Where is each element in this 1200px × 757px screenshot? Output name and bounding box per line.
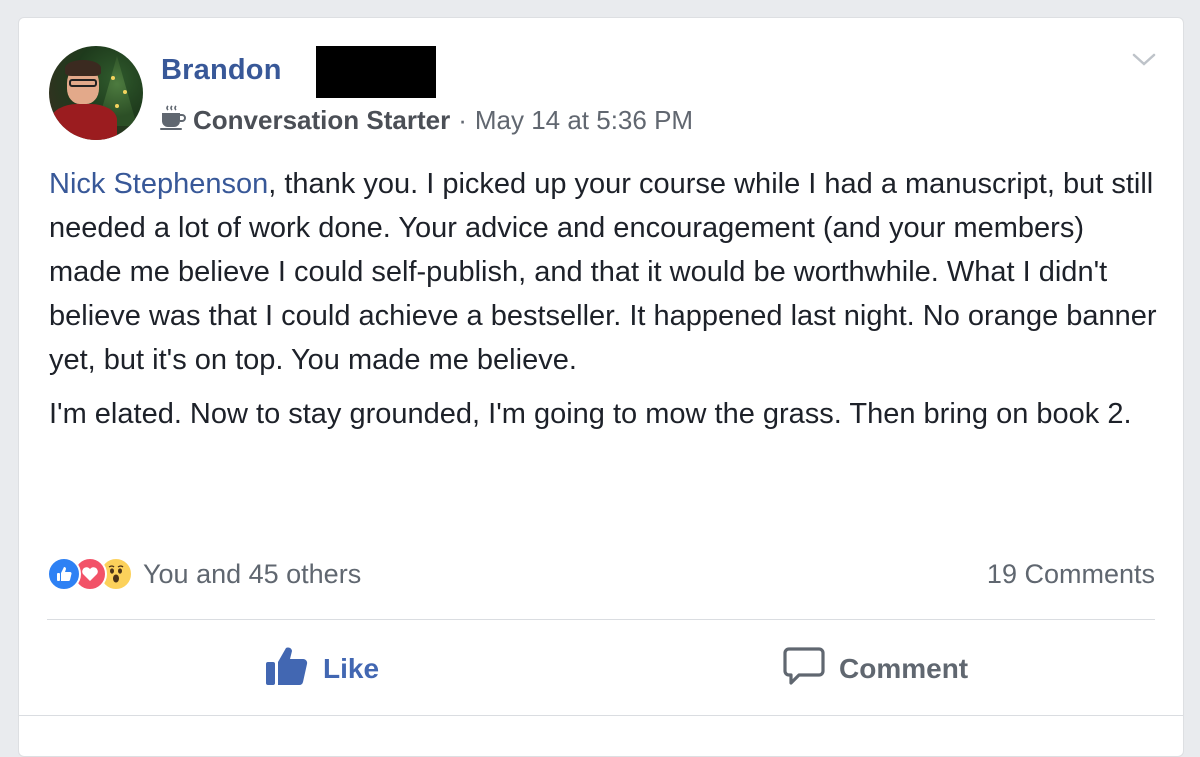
like-reaction-icon xyxy=(47,557,81,591)
reactions-count[interactable]: You and 45 others xyxy=(143,559,361,590)
post-body: Nick Stephenson, thank you. I picked up … xyxy=(49,162,1159,446)
reactions-summary[interactable]: You and 45 others xyxy=(47,556,361,592)
divider xyxy=(47,619,1155,620)
like-button[interactable]: Like xyxy=(265,646,379,692)
post-meta: Conversation Starter · May 14 at 5:36 PM xyxy=(159,102,693,138)
avatar-hair xyxy=(65,60,101,76)
post-timestamp[interactable]: May 14 at 5:36 PM xyxy=(475,105,693,136)
avatar-glasses xyxy=(69,79,97,87)
badge-label[interactable]: Conversation Starter xyxy=(193,105,450,136)
avatar-shirt xyxy=(51,104,117,140)
divider xyxy=(19,715,1183,716)
post-paragraph-1: Nick Stephenson, thank you. I picked up … xyxy=(49,162,1159,382)
comment-button[interactable]: Comment xyxy=(783,646,968,692)
thumbs-up-icon xyxy=(265,645,323,694)
comment-label: Comment xyxy=(839,653,969,684)
coffee-cup-icon xyxy=(159,103,187,138)
author-avatar[interactable] xyxy=(49,46,143,140)
redaction-bar xyxy=(316,46,436,98)
comment-bubble-icon xyxy=(783,645,839,694)
mention-link[interactable]: Nick Stephenson xyxy=(49,168,268,200)
author-name[interactable]: Brandon xyxy=(161,54,282,87)
comments-count[interactable]: 19 Comments xyxy=(987,556,1155,592)
post-paragraph-2: I'm elated. Now to stay grounded, I'm go… xyxy=(49,398,1132,430)
post-options-chevron-icon[interactable] xyxy=(1131,50,1157,70)
like-label: Like xyxy=(323,653,380,684)
meta-separator: · xyxy=(458,104,467,135)
post-card: Brandon Conversation Starter · May 14 at… xyxy=(18,17,1184,757)
